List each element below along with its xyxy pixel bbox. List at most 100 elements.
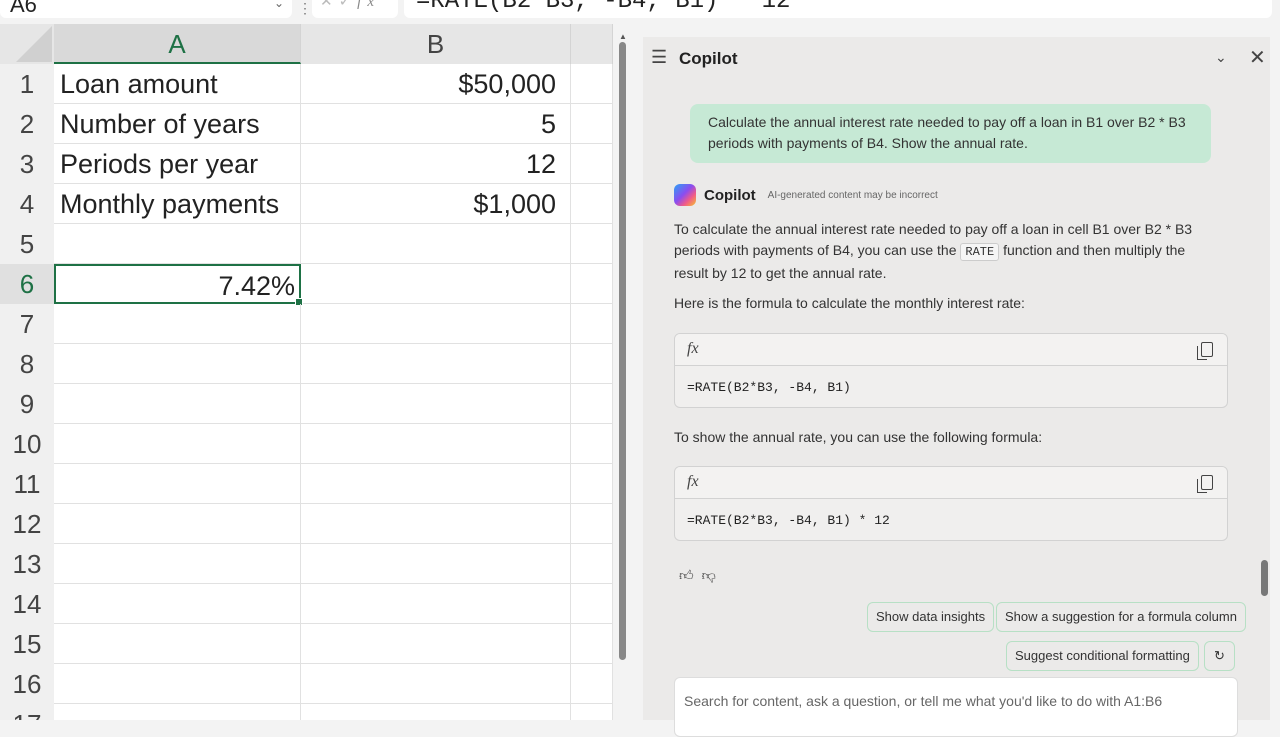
- response-paragraph: Here is the formula to calculate the mon…: [674, 295, 1025, 311]
- cell-b5[interactable]: [301, 224, 571, 264]
- spreadsheet-grid[interactable]: A B 1 Loan amount $50,000 2 Number of ye…: [0, 24, 613, 720]
- splitter-handle[interactable]: ⋮: [298, 0, 312, 17]
- cell-a10[interactable]: [54, 424, 301, 464]
- cell-a12[interactable]: [54, 504, 301, 544]
- cell-b8[interactable]: [301, 344, 571, 384]
- cell-b12[interactable]: [301, 504, 571, 544]
- row-header[interactable]: 16: [0, 664, 54, 704]
- formula-input[interactable]: =RATE(B2*B3, -B4, B1) * 12: [404, 0, 1272, 18]
- menu-icon[interactable]: ☰: [651, 47, 667, 68]
- cell-b2[interactable]: 5: [301, 104, 571, 144]
- grid-vertical-scrollbar[interactable]: ▲: [616, 24, 630, 720]
- row-header[interactable]: 9: [0, 384, 54, 424]
- column-header-a[interactable]: A: [54, 24, 301, 64]
- name-box[interactable]: A6 ⌄: [0, 0, 292, 18]
- row-header[interactable]: 15: [0, 624, 54, 664]
- cell-a9[interactable]: [54, 384, 301, 424]
- cell-c3[interactable]: [571, 144, 613, 184]
- row-header[interactable]: 2: [0, 104, 54, 144]
- cell-a17[interactable]: [54, 704, 301, 720]
- cell-a5[interactable]: [54, 224, 301, 264]
- column-header-c[interactable]: [571, 24, 613, 64]
- cell-b13[interactable]: [301, 544, 571, 584]
- row-header[interactable]: 7: [0, 304, 54, 344]
- cell-c10[interactable]: [571, 424, 613, 464]
- thumbs-up-icon[interactable]: 👍︎: [679, 567, 702, 583]
- cell-c6[interactable]: [571, 264, 613, 304]
- chevron-down-icon[interactable]: ⌄: [274, 0, 284, 10]
- row-header[interactable]: 13: [0, 544, 54, 584]
- row-header[interactable]: 12: [0, 504, 54, 544]
- cell-c2[interactable]: [571, 104, 613, 144]
- cell-b7[interactable]: [301, 304, 571, 344]
- row-header[interactable]: 3: [0, 144, 54, 184]
- cell-c11[interactable]: [571, 464, 613, 504]
- select-all-button[interactable]: [0, 24, 54, 64]
- copilot-pane: ☰ Copilot ⌄ ✕ Calculate the annual inter…: [643, 37, 1270, 737]
- grid-row: 10: [0, 424, 613, 464]
- pane-scrollbar[interactable]: [1261, 560, 1268, 596]
- cell-c9[interactable]: [571, 384, 613, 424]
- cell-a16[interactable]: [54, 664, 301, 704]
- cell-b3[interactable]: 12: [301, 144, 571, 184]
- row-header[interactable]: 1: [0, 64, 54, 104]
- grid-row: 11: [0, 464, 613, 504]
- copy-icon[interactable]: [1197, 342, 1213, 360]
- cell-a13[interactable]: [54, 544, 301, 584]
- cell-c1[interactable]: [571, 64, 613, 104]
- cell-c8[interactable]: [571, 344, 613, 384]
- cell-b15[interactable]: [301, 624, 571, 664]
- cell-b10[interactable]: [301, 424, 571, 464]
- copy-icon[interactable]: [1197, 475, 1213, 493]
- cell-a2[interactable]: Number of years: [54, 104, 301, 144]
- fx-icon[interactable]: fx: [357, 0, 380, 10]
- cell-a4[interactable]: Monthly payments: [54, 184, 301, 224]
- cell-c13[interactable]: [571, 544, 613, 584]
- refresh-icon[interactable]: ↻: [1204, 641, 1235, 671]
- scroll-thumb[interactable]: [619, 42, 626, 660]
- row-header[interactable]: 5: [0, 224, 54, 264]
- cell-c17[interactable]: [571, 704, 613, 720]
- row-header[interactable]: 14: [0, 584, 54, 624]
- cell-b16[interactable]: [301, 664, 571, 704]
- cell-a15[interactable]: [54, 624, 301, 664]
- cell-c4[interactable]: [571, 184, 613, 224]
- cancel-icon[interactable]: ✕: [320, 0, 339, 10]
- suggestion-conditional-formatting[interactable]: Suggest conditional formatting: [1006, 641, 1199, 671]
- row-header[interactable]: 8: [0, 344, 54, 384]
- cell-a6[interactable]: 7.42%: [54, 264, 303, 306]
- cell-a14[interactable]: [54, 584, 301, 624]
- column-header-b[interactable]: B: [301, 24, 571, 64]
- cell-c16[interactable]: [571, 664, 613, 704]
- cell-c12[interactable]: [571, 504, 613, 544]
- cell-b4[interactable]: $1,000: [301, 184, 571, 224]
- close-icon[interactable]: ✕: [1249, 45, 1266, 70]
- chevron-down-icon[interactable]: ⌄: [1215, 49, 1227, 66]
- suggestion-formula-column[interactable]: Show a suggestion for a formula column: [996, 602, 1246, 632]
- row-header[interactable]: 11: [0, 464, 54, 504]
- chat-input[interactable]: Search for content, ask a question, or t…: [674, 677, 1238, 737]
- cell-c15[interactable]: [571, 624, 613, 664]
- cell-b1[interactable]: $50,000: [301, 64, 571, 104]
- cell-b14[interactable]: [301, 584, 571, 624]
- enter-icon[interactable]: ✓: [339, 0, 358, 10]
- cell-a8[interactable]: [54, 344, 301, 384]
- cell-a3[interactable]: Periods per year: [54, 144, 301, 184]
- row-header[interactable]: 17: [0, 704, 54, 720]
- cell-b17[interactable]: [301, 704, 571, 720]
- cell-b11[interactable]: [301, 464, 571, 504]
- cell-a7[interactable]: [54, 304, 301, 344]
- cell-b6[interactable]: [301, 264, 571, 304]
- cell-c7[interactable]: [571, 304, 613, 344]
- scroll-up-icon[interactable]: ▲: [619, 32, 627, 41]
- thumbs-down-icon[interactable]: 👎︎: [702, 567, 724, 583]
- row-header[interactable]: 10: [0, 424, 54, 464]
- cell-b9[interactable]: [301, 384, 571, 424]
- cell-a11[interactable]: [54, 464, 301, 504]
- cell-c14[interactable]: [571, 584, 613, 624]
- suggestion-show-data-insights[interactable]: Show data insights: [867, 602, 995, 632]
- row-header[interactable]: 6: [0, 264, 54, 304]
- cell-c5[interactable]: [571, 224, 613, 264]
- cell-a1[interactable]: Loan amount: [54, 64, 301, 104]
- row-header[interactable]: 4: [0, 184, 54, 224]
